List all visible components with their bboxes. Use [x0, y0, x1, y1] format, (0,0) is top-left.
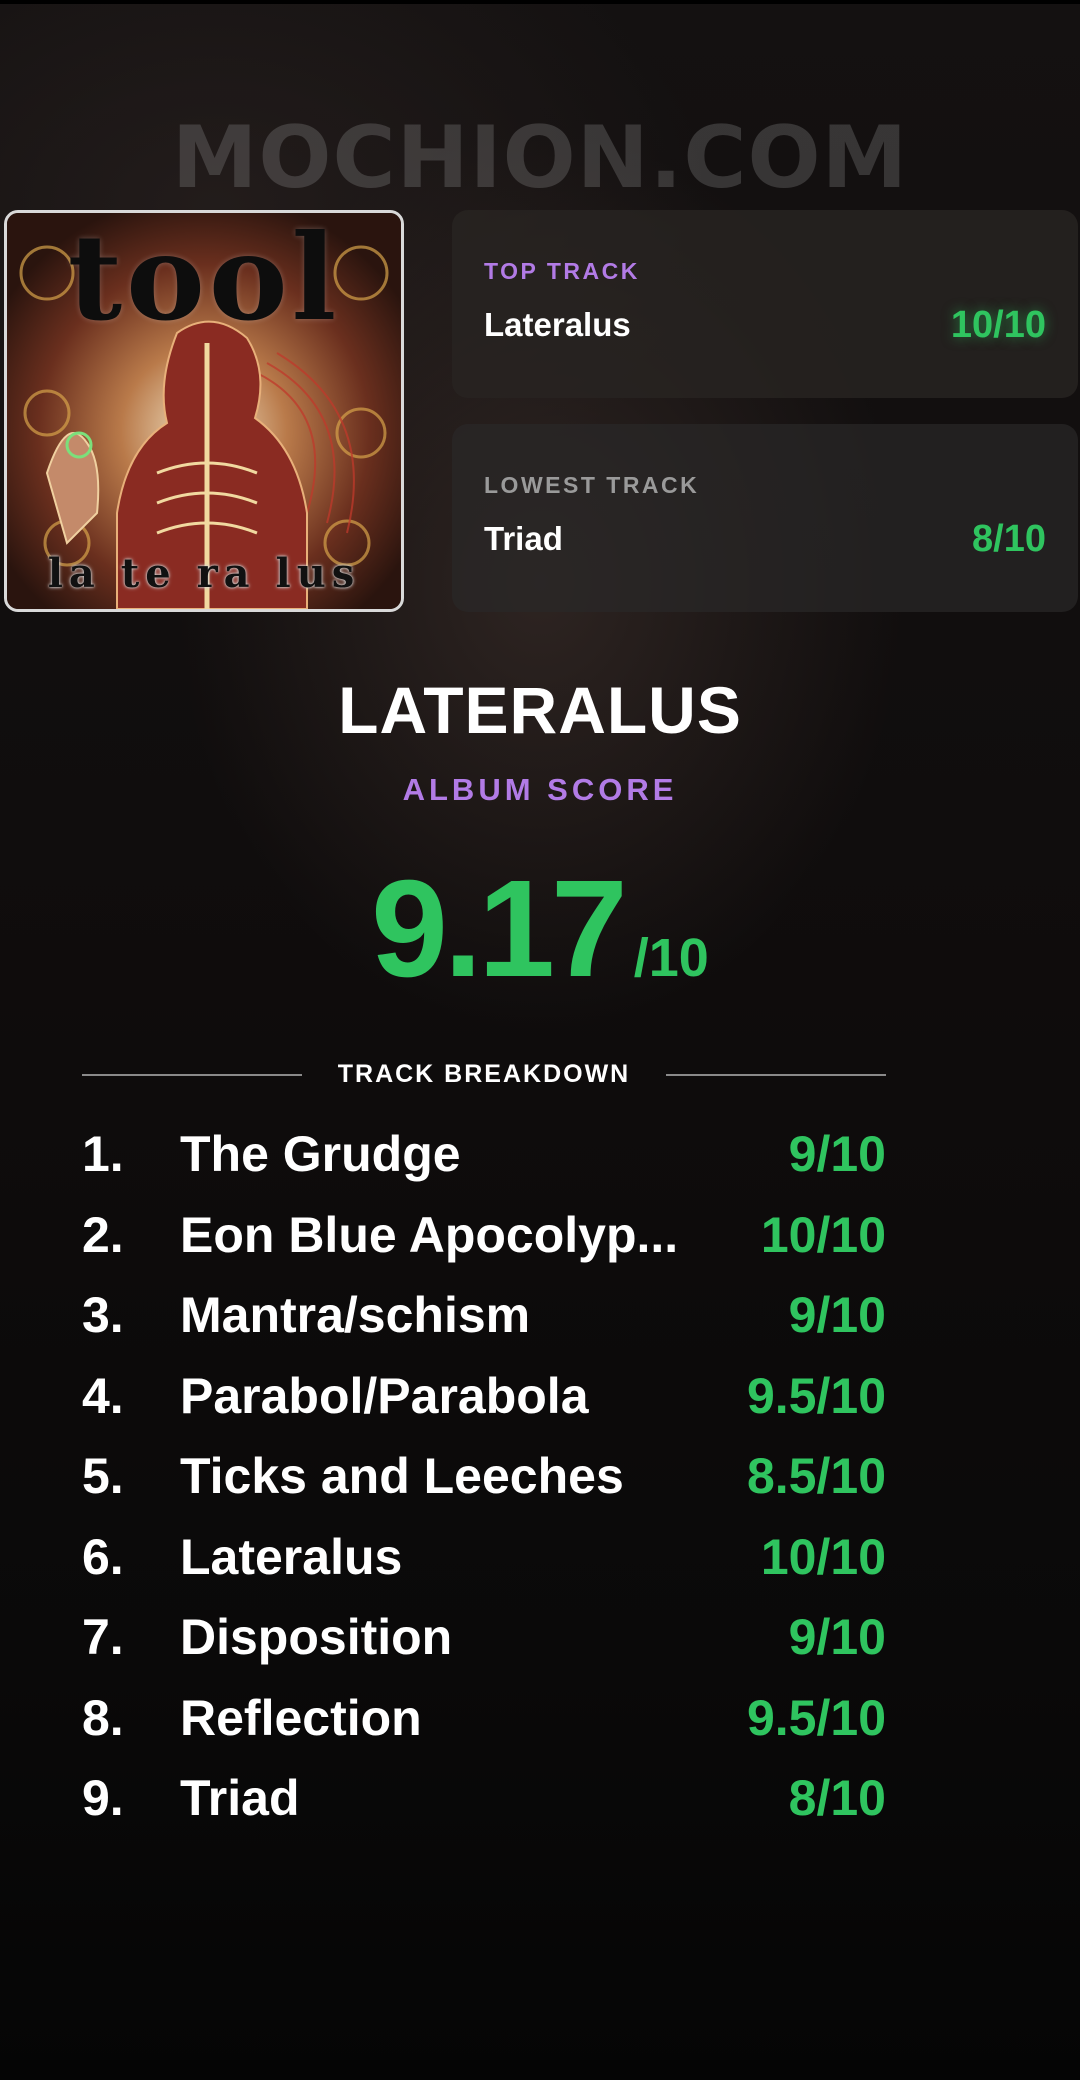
lowest-track-score: 8/10	[972, 518, 1046, 560]
track-number: 1.	[82, 1126, 124, 1182]
track-score: 8.5/10	[746, 1448, 886, 1504]
track-row: 7. Disposition 9/10	[82, 1598, 886, 1679]
track-number: 6.	[82, 1528, 124, 1585]
track-name: Eon Blue Apocolyp...	[180, 1206, 679, 1263]
track-score: 9/10	[788, 1287, 886, 1343]
track-row: 6. Lateralus 10/10	[82, 1518, 886, 1599]
track-row: 4. Parabol/Parabola 9.5/10	[82, 1357, 886, 1438]
top-track-name: Lateralus	[484, 306, 631, 343]
track-name: Reflection	[180, 1689, 422, 1746]
top-track-score: 10/10	[950, 304, 1046, 346]
track-number: 4.	[82, 1367, 124, 1424]
track-name: Triad	[180, 1770, 300, 1826]
cover-album-lettering: la te ra lus	[47, 550, 361, 597]
track-row: 5. Ticks and Leeches 8.5/10	[82, 1437, 886, 1518]
track-row: 3. Mantra/schism 9/10	[82, 1276, 886, 1357]
album-cover: tool la te ra lus	[4, 210, 404, 612]
top-track-label: TOP TRACK	[484, 258, 640, 284]
lowest-track-card: LOWEST TRACK Triad 8/10	[452, 424, 1078, 612]
top-edge	[0, 0, 1080, 4]
track-number: 2.	[82, 1206, 124, 1263]
track-name: Mantra/schism	[180, 1287, 531, 1343]
track-score: 10/10	[760, 1528, 886, 1585]
track-score: 9/10	[788, 1609, 886, 1665]
album-score: 9.17/10	[0, 850, 1080, 1009]
album-title: LATERALUS	[338, 673, 742, 747]
track-number: 9.	[82, 1770, 124, 1826]
album-score-value: 9.17	[371, 852, 628, 1006]
track-score: 8/10	[788, 1770, 886, 1826]
track-name: The Grudge	[180, 1126, 461, 1182]
cover-band-logo: tool	[67, 210, 341, 347]
lowest-track-name: Triad	[484, 520, 563, 557]
track-row: 9. Triad 8/10	[82, 1759, 886, 1840]
track-number: 5.	[82, 1448, 124, 1504]
watermark: MOCHION.COM	[171, 108, 909, 208]
track-list: 1. The Grudge 9/10 2. Eon Blue Apocolyp.…	[82, 1115, 886, 1840]
track-row: 2. Eon Blue Apocolyp... 10/10	[82, 1196, 886, 1277]
track-name: Disposition	[180, 1609, 453, 1665]
track-name: Ticks and Leeches	[180, 1448, 624, 1504]
album-score-denominator: /10	[633, 928, 709, 988]
track-breakdown-divider: TRACK BREAKDOWN	[82, 1060, 886, 1090]
track-score: 9/10	[788, 1126, 886, 1182]
track-name: Lateralus	[180, 1528, 403, 1585]
lowest-track-label: LOWEST TRACK	[484, 472, 700, 498]
album-score-label: ALBUM SCORE	[402, 772, 678, 807]
divider-line-right	[666, 1074, 886, 1076]
track-score: 10/10	[760, 1206, 886, 1263]
track-row: 8. Reflection 9.5/10	[82, 1679, 886, 1760]
track-number: 8.	[82, 1689, 124, 1746]
track-row: 1. The Grudge 9/10	[82, 1115, 886, 1196]
top-track-card: TOP TRACK Lateralus 10/10	[452, 210, 1078, 398]
track-score: 9.5/10	[746, 1689, 886, 1746]
track-name: Parabol/Parabola	[180, 1367, 589, 1424]
track-score: 9.5/10	[746, 1367, 886, 1424]
track-number: 7.	[82, 1609, 124, 1665]
track-number: 3.	[82, 1287, 124, 1343]
